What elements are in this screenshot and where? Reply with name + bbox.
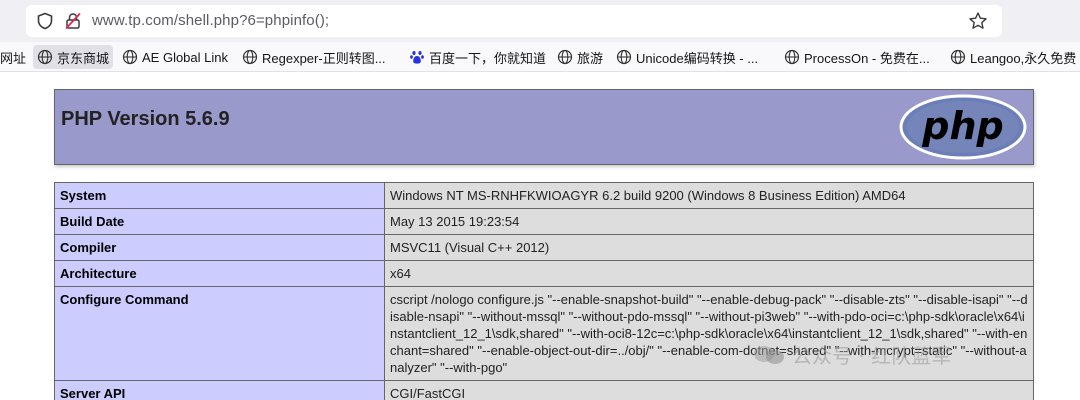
watermark-text: 公众号 · 红队蓝军 xyxy=(792,344,952,368)
bookmark-label: Leangoo,永久免费 xyxy=(970,50,1077,66)
globe-icon xyxy=(37,49,53,65)
globe-icon xyxy=(950,49,966,65)
php-logo-text: php xyxy=(921,104,1003,148)
browser-toolbar: www.tp.com/shell.php?6=phpinfo(); xyxy=(0,0,1080,42)
bookmark-item[interactable]: 旅游 xyxy=(553,45,607,69)
bookmark-item[interactable]: Unicode编码转换 - ... xyxy=(612,45,762,69)
globe-icon xyxy=(557,49,573,65)
row-value: CGI/FastCGI xyxy=(384,380,1034,400)
row-label: Server API xyxy=(54,380,385,400)
bookmark-label: 京东商城 xyxy=(57,50,110,66)
row-label: Configure Command xyxy=(54,286,385,381)
bookmark-item[interactable]: Regexper-正则转图... xyxy=(238,45,390,69)
bookmark-item[interactable]: AE Global Link xyxy=(118,45,232,69)
table-row: Server API CGI/FastCGI xyxy=(54,380,1034,400)
row-label: Compiler xyxy=(54,234,385,261)
bookmark-item[interactable]: 网址 xyxy=(0,45,30,69)
row-value: MSVC11 (Visual C++ 2012) xyxy=(384,234,1034,261)
row-label: System xyxy=(54,182,385,209)
table-row: Compiler MSVC11 (Visual C++ 2012) xyxy=(54,234,1034,261)
globe-icon xyxy=(242,49,258,65)
bookmark-label: Unicode编码转换 - ... xyxy=(636,50,759,66)
table-row: Build Date May 13 2015 19:23:54 xyxy=(54,208,1034,235)
watermark: 公众号 · 红队蓝军 xyxy=(752,340,951,369)
row-value: Windows NT MS-RNHFKWIOAGYR 6.2 build 920… xyxy=(384,182,1034,209)
wechat-icon xyxy=(754,345,784,364)
bookmark-star-icon[interactable] xyxy=(968,11,988,31)
globe-icon xyxy=(122,49,138,65)
row-value: x64 xyxy=(384,260,1034,287)
bookmark-label: Regexper-正则转图... xyxy=(262,50,386,66)
php-version-header: PHP Version 5.6.9 php xyxy=(54,89,1034,165)
bookmark-label: AE Global Link xyxy=(142,49,228,65)
bookmark-item[interactable]: Leangoo,永久免费 xyxy=(946,45,1080,69)
bookmark-item[interactable]: 京东商城 xyxy=(33,45,114,69)
row-label: Build Date xyxy=(54,208,385,235)
php-logo[interactable]: php xyxy=(898,94,1028,160)
address-bar[interactable]: www.tp.com/shell.php?6=phpinfo(); xyxy=(26,5,1002,37)
tracking-shield-icon[interactable] xyxy=(36,12,54,30)
bookmark-label: 网址 xyxy=(0,50,27,66)
insecure-lock-icon[interactable] xyxy=(64,12,82,30)
bookmark-label: 百度一下，你就知道 xyxy=(429,50,547,66)
row-value: May 13 2015 19:23:54 xyxy=(384,208,1034,235)
page-title: PHP Version 5.6.9 xyxy=(61,108,230,130)
globe-icon xyxy=(784,49,800,65)
bookmark-item[interactable]: 百度一下，你就知道 xyxy=(405,45,550,69)
row-label: Architecture xyxy=(54,260,385,287)
bookmark-label: 旅游 xyxy=(577,50,604,66)
globe-icon xyxy=(616,49,632,65)
table-row: Architecture x64 xyxy=(54,260,1034,287)
url-text[interactable]: www.tp.com/shell.php?6=phpinfo(); xyxy=(92,12,329,29)
bookmark-label: ProcessOn - 免费在... xyxy=(804,50,930,66)
bookmarks-bar: 网址 京东商城 AE Global Link Regexper-正则转图... … xyxy=(0,42,1080,72)
bookmark-item[interactable]: ProcessOn - 免费在... xyxy=(780,45,934,69)
table-row: System Windows NT MS-RNHFKWIOAGYR 6.2 bu… xyxy=(54,182,1034,209)
baidu-paw-icon xyxy=(410,51,424,64)
